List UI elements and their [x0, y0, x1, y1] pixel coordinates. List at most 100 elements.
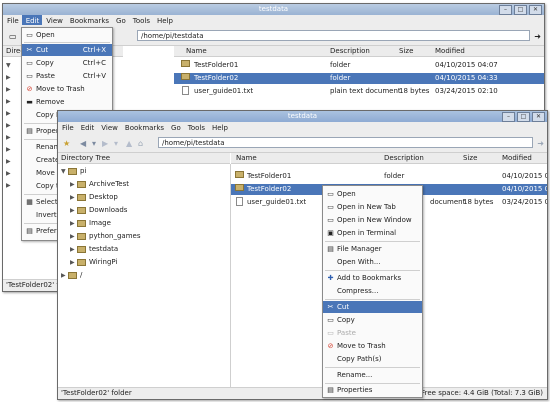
ctx-properties[interactable]: ▤ Properties — [323, 384, 422, 396]
folder-icon — [77, 206, 86, 214]
window-icon: ▭ — [327, 216, 334, 224]
minimize-icon[interactable]: – — [499, 5, 512, 15]
back-arrow-icon[interactable]: ◀ — [80, 139, 86, 148]
history-dropdown-icon[interactable]: ▾ — [114, 139, 118, 148]
ctx-rename[interactable]: Rename... — [323, 369, 422, 381]
ctx-open-with[interactable]: Open With... — [323, 256, 422, 268]
menu-edit[interactable]: Edit — [21, 15, 43, 25]
front-file-manager-window: testdata – □ ✕ File Edit View Bookmarks Go Tool… — [57, 110, 548, 400]
tree-item-root[interactable]: ▶ / — [61, 269, 82, 281]
ctx-file-manager[interactable]: ▤ File Manager — [323, 243, 422, 255]
ctx-copy[interactable]: ▭ Copy — [323, 314, 422, 326]
front-toolbar: ★ ◀ ▾ ▶ ▾ ▲ ⌂ /home/pi/testdata ➜ — [58, 135, 547, 153]
close-icon[interactable]: ✕ — [529, 5, 542, 15]
col-modified[interactable]: Modified — [435, 46, 465, 56]
up-arrow-icon[interactable]: ▲ — [126, 139, 132, 148]
new-tab-icon[interactable]: ▭ — [9, 32, 17, 41]
history-dropdown-icon[interactable]: ▾ — [92, 139, 96, 148]
remove-icon: ▬ — [26, 98, 33, 106]
text-file-icon — [236, 197, 243, 206]
menu-file[interactable]: File — [58, 122, 77, 132]
col-name[interactable]: Name — [236, 153, 257, 163]
context-menu: ▭ Open ▭ Open in New Tab ▭ Open in New Wind… — [322, 185, 423, 398]
menu-tools[interactable]: Tools — [129, 15, 153, 25]
minimize-icon[interactable]: – — [502, 112, 515, 122]
back-titlebar[interactable]: testdata – □ ✕ — [3, 4, 544, 15]
ctx-open[interactable]: ▭ Open — [323, 188, 422, 200]
close-icon[interactable]: ✕ — [532, 112, 545, 122]
back-file-row-selected[interactable]: TestFolder02 folder 04/10/2015 04:33 — [174, 73, 544, 84]
col-modified[interactable]: Modified — [502, 153, 532, 163]
col-size[interactable]: Size — [399, 46, 413, 56]
folder-icon — [68, 167, 77, 175]
menu-edit[interactable]: Edit — [77, 122, 98, 132]
ctx-open-terminal[interactable]: ▣ Open in Terminal — [323, 227, 422, 239]
folder-icon: ▭ — [26, 31, 33, 39]
tree-item-testdata[interactable]: ▶ testdata — [70, 243, 118, 255]
col-description[interactable]: Description — [330, 46, 370, 56]
properties-icon: ▤ — [327, 386, 334, 394]
menu-bookmarks[interactable]: Bookmarks — [66, 15, 112, 25]
menu-view[interactable]: View — [97, 122, 121, 132]
go-icon[interactable]: ➜ — [537, 139, 544, 148]
tree-item-python-games[interactable]: ▶ python_games — [70, 230, 141, 242]
col-description[interactable]: Description — [384, 153, 424, 163]
trash-icon: ⊘ — [26, 85, 33, 93]
go-icon[interactable]: ➜ — [534, 32, 541, 41]
forward-arrow-icon[interactable]: ▶ — [102, 139, 108, 148]
back-path-field[interactable]: /home/pi/testdata — [137, 30, 530, 41]
front-path-field[interactable]: /home/pi/testdata — [158, 137, 533, 148]
ctx-compress[interactable]: Compress... — [323, 285, 422, 297]
ctx-paste[interactable]: ▭ Paste — [323, 327, 422, 339]
properties-icon: ▤ — [26, 127, 33, 135]
back-tree-arrows: ▼ ▶ ▶ ▶ ▶ ▶ ▶ ▶ ▶ ▶ ▶ — [6, 62, 11, 189]
tree-item-image[interactable]: ▶ Image — [70, 217, 111, 229]
front-statusbar: 'TestFolder02' folder Free space: 4.4 Gi… — [58, 387, 547, 399]
ctx-copy-paths[interactable]: Copy Path(s) — [323, 353, 422, 365]
copy-icon: ▭ — [26, 59, 33, 67]
menu-view[interactable]: View — [42, 15, 66, 25]
menu-go[interactable]: Go — [112, 15, 129, 25]
folder-icon — [235, 184, 244, 191]
menu-tools[interactable]: Tools — [184, 122, 208, 132]
menu-help[interactable]: Help — [153, 15, 176, 25]
tree-item-pi[interactable]: ▼ pi — [61, 165, 86, 177]
front-titlebar[interactable]: testdata – □ ✕ — [58, 111, 547, 122]
file-row-testfolder01[interactable]: TestFolder01 folder 04/10/2015 04:07 — [231, 171, 547, 182]
folder-icon — [77, 193, 86, 201]
ctx-add-bookmarks[interactable]: ✚ Add to Bookmarks — [323, 272, 422, 284]
edit-menu-cut[interactable]: ✂ Cut Ctrl+X — [22, 44, 112, 56]
back-file-row[interactable]: user_guide01.txt plain text document 18 … — [174, 86, 544, 97]
front-menubar: File Edit View Bookmarks Go Tools Help — [58, 122, 547, 136]
ctx-move-to-trash[interactable]: ⊘ Move to Trash — [323, 340, 422, 352]
tree-item-desktop[interactable]: ▶ Desktop — [70, 191, 118, 203]
new-tab-icon[interactable]: ★ — [63, 139, 70, 148]
edit-menu-remove[interactable]: ▬ Remove — [22, 96, 112, 108]
menu-help[interactable]: Help — [208, 122, 231, 132]
ctx-cut[interactable]: ✂ Cut — [323, 301, 422, 313]
back-file-row[interactable]: TestFolder01 folder 04/10/2015 04:07 — [174, 60, 544, 71]
menu-file[interactable]: File — [3, 15, 22, 25]
edit-menu-trash[interactable]: ⊘ Move to Trash — [22, 83, 112, 95]
front-tree-header: Directory Tree — [58, 153, 230, 164]
folder-icon — [77, 232, 86, 240]
ctx-open-new-tab[interactable]: ▭ Open in New Tab — [323, 201, 422, 213]
col-name[interactable]: Name — [186, 46, 207, 56]
edit-menu-paste[interactable]: ▭ Paste Ctrl+V — [22, 70, 112, 82]
folder-icon — [181, 73, 190, 80]
menu-bookmarks[interactable]: Bookmarks — [121, 122, 167, 132]
col-size[interactable]: Size — [463, 153, 477, 163]
tree-item-downloads[interactable]: ▶ Downloads — [70, 204, 127, 216]
menu-go[interactable]: Go — [167, 122, 184, 132]
scissors-icon: ✂ — [26, 46, 33, 54]
back-columns-header: Name Description Size Modified — [174, 46, 544, 57]
folder-icon — [77, 180, 86, 188]
maximize-icon[interactable]: □ — [517, 112, 530, 122]
edit-menu-copy[interactable]: ▭ Copy Ctrl+C — [22, 57, 112, 69]
tree-item-wiringpi[interactable]: ▶ WiringPi — [70, 256, 117, 268]
maximize-icon[interactable]: □ — [514, 5, 527, 15]
home-icon[interactable]: ⌂ — [138, 139, 143, 148]
edit-menu-open[interactable]: ▭ Open — [22, 29, 112, 41]
ctx-open-new-window[interactable]: ▭ Open in New Window — [323, 214, 422, 226]
tree-item-archivetest[interactable]: ▶ ArchiveTest — [70, 178, 129, 190]
